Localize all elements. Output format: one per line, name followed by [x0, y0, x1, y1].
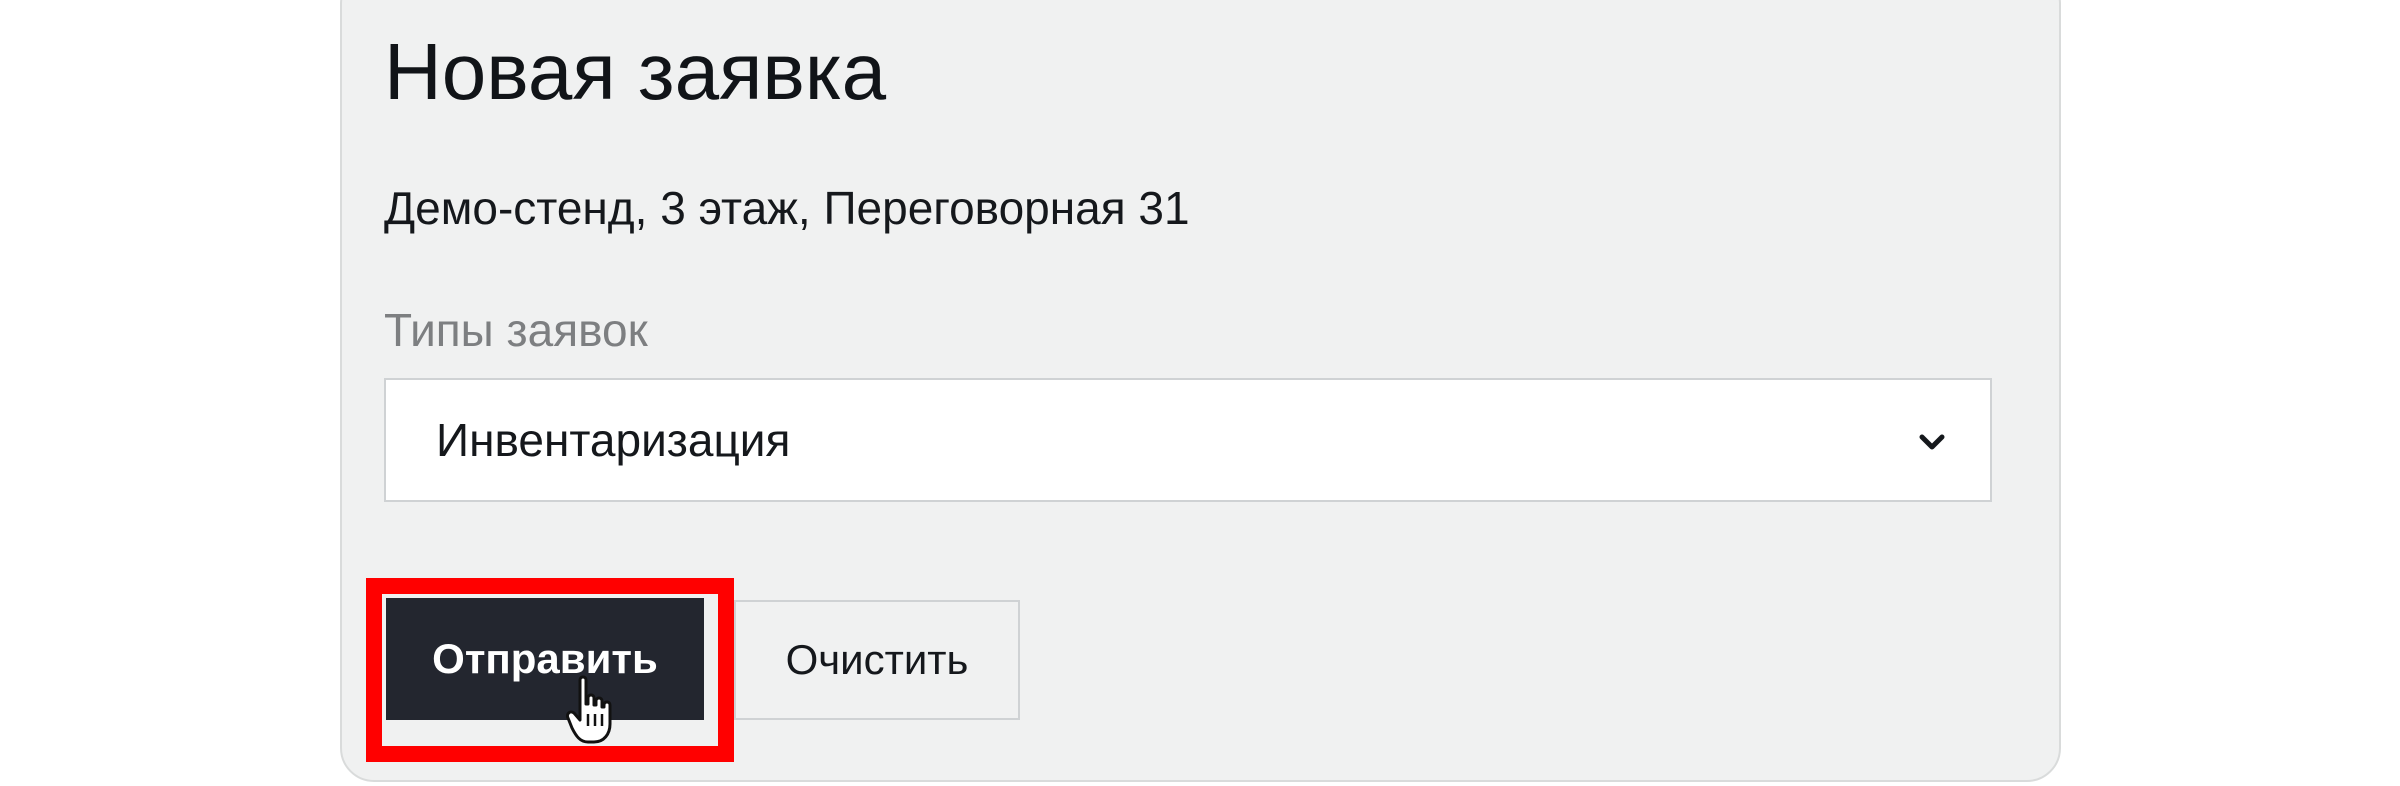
request-type-selected-value: Инвентаризация — [436, 414, 791, 466]
request-type-select[interactable]: Инвентаризация — [384, 378, 1992, 502]
submit-button[interactable]: Отправить — [386, 598, 704, 720]
clear-button[interactable]: Очистить — [734, 600, 1020, 720]
page-title: Новая заявка — [384, 27, 887, 116]
hand-pointer-cursor-icon — [566, 675, 612, 744]
location-text: Демо-стенд, 3 этаж, Переговорная 31 — [384, 182, 1190, 234]
request-type-label: Типы заявок — [384, 304, 648, 356]
chevron-down-icon — [1919, 434, 1945, 450]
